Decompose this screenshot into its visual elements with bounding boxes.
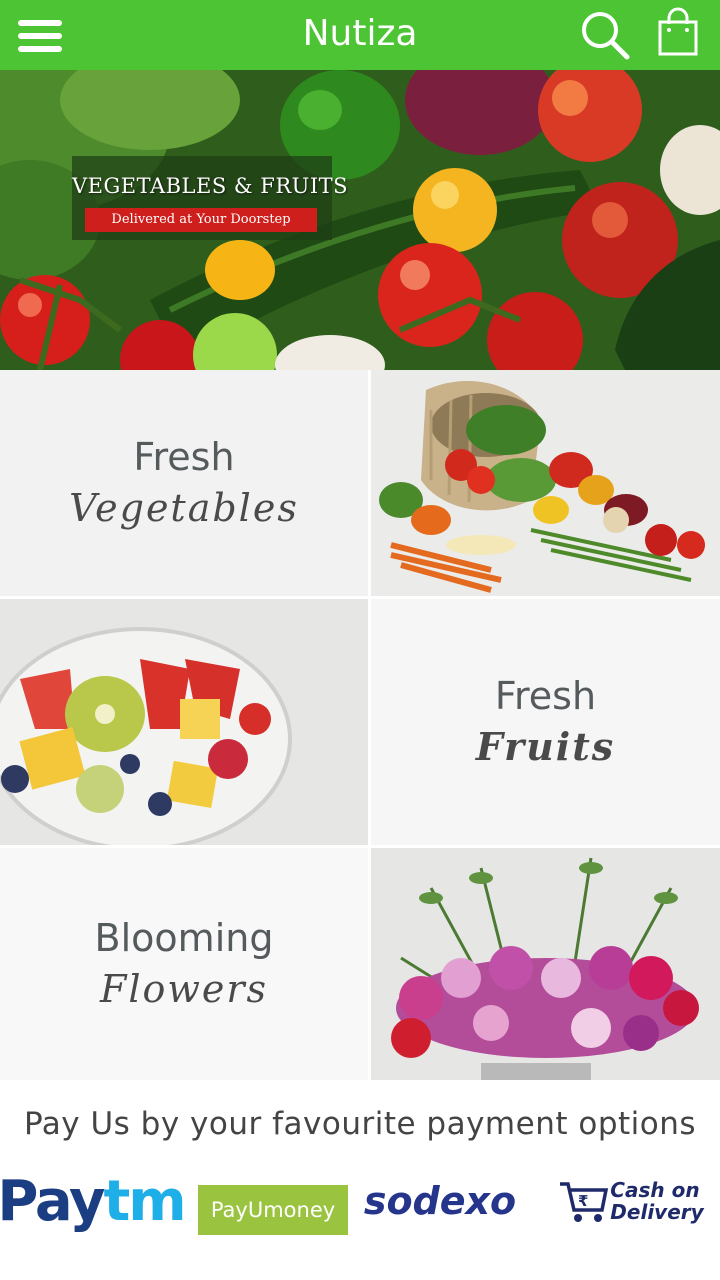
cod-line1: Cash on: [610, 1178, 700, 1202]
flowers-bouquet-image[interactable]: [371, 848, 720, 1080]
category-tile-vegetables[interactable]: Fresh Vegetables: [0, 370, 368, 596]
category-flowers-title: Blooming: [94, 916, 274, 960]
paytm-logo: Pay tm: [0, 1166, 187, 1236]
sodexo-logo: sodexo: [360, 1166, 520, 1236]
category-vegetables-script: Vegetables: [69, 486, 299, 530]
search-icon[interactable]: [578, 8, 632, 62]
app-header: Nutiza: [0, 0, 720, 70]
payment-heading: Pay Us by your favourite payment options: [23, 1106, 697, 1142]
banner-subtitle: Delivered at Your Doorstep: [85, 208, 317, 232]
rupee-symbol: ₹: [578, 1192, 588, 1210]
cash-on-delivery-logo: ₹ Cash on Delivery: [556, 1166, 706, 1236]
vegetables-basket-image[interactable]: [371, 370, 720, 596]
app-screen: Nutiza VEGETABLES & FRUITS Delivered at …: [0, 0, 720, 1280]
category-vegetables-title: Fresh: [133, 435, 235, 479]
banner-title: VEGETABLES & FRUITS: [72, 174, 349, 198]
hero-banner[interactable]: VEGETABLES & FRUITS Delivered at Your Do…: [0, 70, 720, 370]
hamburger-menu-icon[interactable]: [14, 16, 66, 56]
fruit-bowl-image[interactable]: [0, 599, 368, 845]
category-fruits-title: Fresh: [494, 674, 597, 718]
paytm-logo-text-pay: Pay: [0, 1168, 106, 1234]
sodexo-logo-text: sodexo: [363, 1179, 517, 1223]
cod-line2: Delivery: [610, 1200, 704, 1224]
category-tile-fruits[interactable]: Fresh Fruits: [371, 599, 720, 845]
category-tile-flowers[interactable]: Blooming Flowers: [0, 848, 368, 1080]
category-flowers-script: Flowers: [99, 967, 269, 1011]
category-fruits-script: Fruits: [475, 724, 616, 769]
payment-options-section: Pay Us by your favourite payment options…: [0, 1080, 720, 1280]
payumoney-logo: PayUmoney: [198, 1185, 348, 1235]
paytm-logo-text-tm: tm: [103, 1168, 187, 1234]
cart-icon: ₹: [560, 1182, 609, 1222]
shopping-bag-icon[interactable]: [652, 6, 704, 62]
